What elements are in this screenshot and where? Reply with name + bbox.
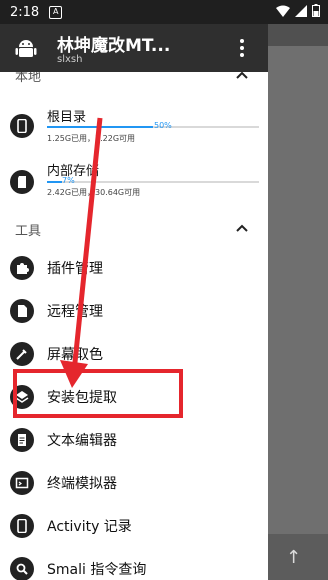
chevron-up-icon[interactable]: [235, 72, 249, 82]
signal-icon: [295, 4, 307, 17]
tool-item-smali-lookup[interactable]: Smali 指令查询: [0, 548, 268, 580]
section-local-header: 本地: [15, 72, 42, 85]
tool-label: 文本编辑器: [47, 433, 117, 449]
tool-label: 远程管理: [47, 304, 103, 320]
document-icon: [10, 428, 34, 452]
notification-icon: A: [49, 5, 63, 19]
status-time: 2:18: [10, 4, 40, 20]
search-icon: [10, 557, 34, 580]
storage-item-internal[interactable]: 内部存储 7% 2.42G已用，30.64G可用: [0, 162, 268, 210]
status-bar: 2:18 A: [0, 0, 328, 24]
tool-label: Smali 指令查询: [47, 562, 147, 578]
storage-usage-bar: [47, 126, 259, 128]
battery-icon: [312, 4, 320, 17]
storage-usage-text: 1.25G已用，1.22G可用: [47, 134, 136, 143]
storage-item-root[interactable]: 根目录 50% 1.25G已用，1.22G可用: [0, 108, 268, 156]
wifi-icon: [276, 5, 290, 17]
storage-name: 根目录: [47, 110, 87, 125]
tool-item-activity-log[interactable]: Activity 记录: [0, 505, 268, 547]
sd-card-icon: [10, 170, 34, 194]
tool-item-text-editor[interactable]: 文本编辑器: [0, 419, 268, 461]
file-icon: [10, 299, 34, 323]
tool-item-terminal[interactable]: 终端模拟器: [0, 462, 268, 504]
scrim-bottom-bar: ↑: [268, 534, 328, 580]
tool-item-plugin-manager[interactable]: 插件管理: [0, 247, 268, 289]
tool-label: 终端模拟器: [47, 476, 117, 492]
storage-percent: 50%: [154, 121, 172, 130]
app-title: 林坤魔改MT...: [57, 36, 171, 56]
eyedropper-icon: [10, 342, 34, 366]
arrow-up-icon[interactable]: ↑: [286, 547, 301, 568]
tool-label: 插件管理: [47, 261, 103, 277]
tool-label: 屏幕取色: [47, 347, 103, 363]
phone-icon: [10, 114, 34, 138]
more-options-icon[interactable]: [239, 39, 245, 57]
terminal-icon: [10, 471, 34, 495]
moon-icon[interactable]: [196, 38, 216, 58]
highlight-box: [13, 369, 183, 418]
storage-usage-bar: [47, 181, 259, 183]
puzzle-icon: [10, 256, 34, 280]
drawer-header: 林坤魔改MT... slxsh: [0, 24, 268, 72]
tool-label: Activity 记录: [47, 519, 132, 535]
chevron-up-icon[interactable]: [235, 221, 249, 235]
scrim-top-band: [268, 24, 328, 46]
section-tools-header: 工具: [15, 224, 42, 239]
phone-icon: [10, 514, 34, 538]
storage-percent: 7%: [62, 176, 75, 185]
android-icon: [15, 40, 37, 57]
status-icons: [276, 4, 320, 17]
navigation-drawer: 本地 根目录 50% 1.25G已用，1.22G可用 内部存储 7% 2.42G…: [0, 72, 268, 580]
app-subtitle: slxsh: [57, 54, 83, 65]
tool-item-remote-manager[interactable]: 远程管理: [0, 290, 268, 332]
drawer-scrim[interactable]: ↑: [268, 24, 328, 580]
storage-usage-text: 2.42G已用，30.64G可用: [47, 188, 141, 197]
